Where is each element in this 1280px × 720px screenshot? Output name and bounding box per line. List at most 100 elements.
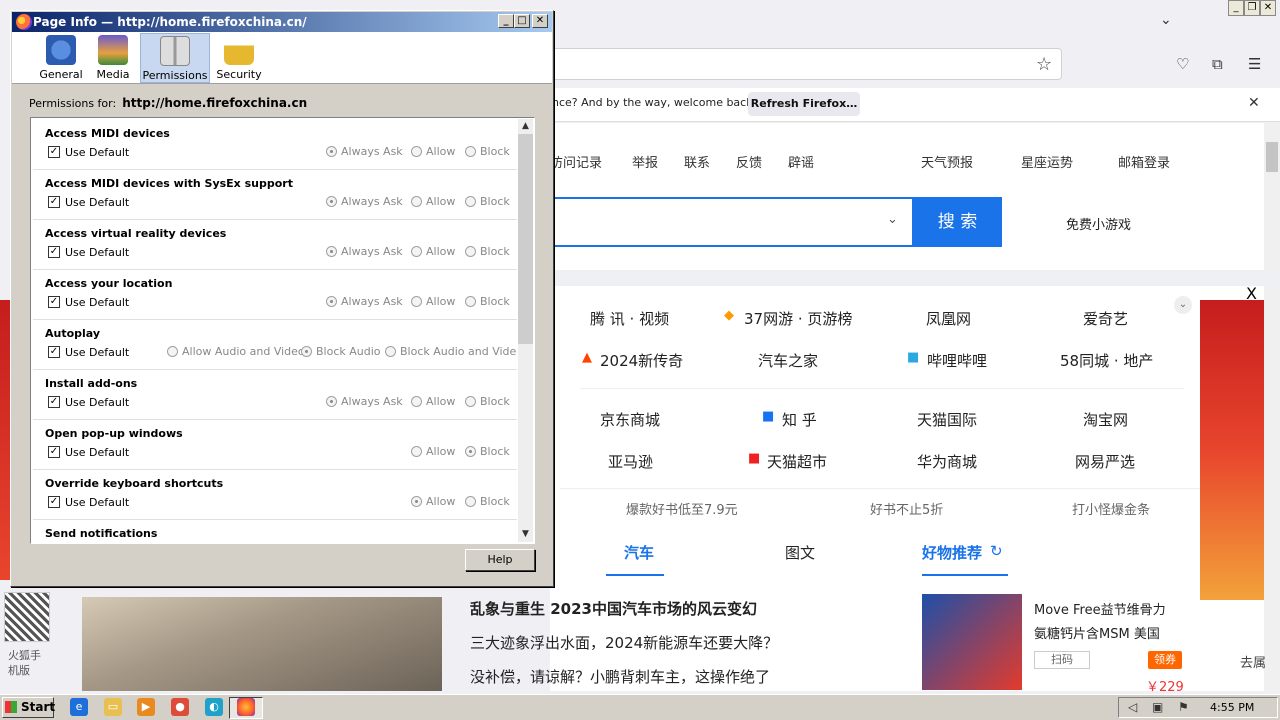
permission-radio[interactable]: Allow — [411, 295, 455, 308]
permission-radio[interactable]: Allow — [411, 445, 455, 458]
permission-radio[interactable]: Always Ask — [326, 395, 403, 408]
clock[interactable]: 4:55 PM — [1210, 701, 1254, 714]
refresh-firefox-button[interactable]: Refresh Firefox… — [748, 92, 860, 116]
product-image[interactable] — [922, 594, 1022, 690]
permission-radio[interactable]: Allow — [411, 495, 455, 508]
link-huawei[interactable]: 华为商城 — [917, 451, 977, 472]
permission-radio[interactable]: Always Ask — [326, 245, 403, 258]
close-button[interactable]: ✕ — [1260, 0, 1276, 16]
nav-rumor[interactable]: 辟谣 — [788, 152, 814, 171]
link-tmall-supermarket[interactable]: 天猫超市 — [767, 451, 827, 472]
permission-radio[interactable]: Block Audio — [301, 345, 381, 358]
close-icon[interactable]: ✕ — [1248, 95, 1260, 111]
radio-button[interactable] — [465, 196, 476, 207]
scroll-down-icon[interactable]: ▼ — [518, 527, 533, 542]
permission-radio[interactable]: Allow — [411, 195, 455, 208]
dialog-minimize-button[interactable]: _ — [498, 14, 514, 28]
tab-pictures[interactable]: 图文 — [785, 542, 815, 563]
folder-icon[interactable]: ▭ — [104, 698, 122, 716]
coupon-tag[interactable]: 领券 — [1148, 651, 1182, 669]
link-tmall-global[interactable]: 天猫国际 — [917, 409, 977, 430]
coupon-half-off[interactable]: 好书不止5折 — [870, 499, 943, 518]
refresh-icon[interactable]: ↻ — [990, 542, 1003, 560]
link-amazon[interactable]: 亚马逊 — [608, 451, 653, 472]
collapse-chevron-icon[interactable]: ⌄ — [1174, 296, 1192, 314]
radio-button[interactable] — [326, 196, 337, 207]
search-button[interactable]: 搜 索 — [913, 197, 1002, 247]
permission-radio[interactable]: Block — [465, 495, 510, 508]
radio-button[interactable] — [326, 396, 337, 407]
nav-horoscope[interactable]: 星座运势 — [1021, 152, 1073, 171]
radio-button[interactable] — [167, 346, 178, 357]
link-autohome[interactable]: 汽车之家 — [758, 350, 818, 371]
radio-button[interactable] — [411, 396, 422, 407]
dialog-maximize-button[interactable]: □ — [514, 14, 530, 28]
search-input[interactable] — [550, 197, 914, 247]
ie-icon[interactable]: e — [70, 698, 88, 716]
scroll-up-icon[interactable]: ▲ — [518, 119, 533, 134]
extensions-icon[interactable]: ⧉ — [1212, 55, 1223, 73]
list-tabs-chevron-icon[interactable]: ⌄ — [1160, 12, 1172, 28]
radio-button[interactable] — [465, 446, 476, 457]
pocket-icon[interactable]: ♡ — [1176, 55, 1189, 73]
link-jd[interactable]: 京东商城 — [600, 409, 660, 430]
nav-contact[interactable]: 联系 — [684, 152, 710, 171]
url-bar[interactable] — [550, 48, 1062, 80]
nav-feedback[interactable]: 反馈 — [736, 152, 762, 171]
network-icon[interactable]: ▣ — [1152, 700, 1163, 714]
use-default-checkbox[interactable]: ✓ — [48, 146, 60, 158]
permission-radio[interactable]: Always Ask — [326, 145, 403, 158]
radio-button[interactable] — [465, 396, 476, 407]
coupon-game[interactable]: 打小怪爆金条 — [1072, 499, 1150, 518]
page-scrollbar[interactable] — [1264, 123, 1280, 691]
use-default-checkbox[interactable]: ✓ — [48, 246, 60, 258]
permission-radio[interactable]: Block — [465, 445, 510, 458]
link-37-games[interactable]: 37网游 · 页游榜 — [744, 308, 852, 329]
media-player-icon[interactable]: ▶ — [137, 698, 155, 716]
link-iqiyi[interactable]: 爱奇艺 — [1083, 308, 1128, 329]
radio-button[interactable] — [465, 496, 476, 507]
radio-button[interactable] — [465, 146, 476, 157]
use-default-checkbox[interactable]: ✓ — [48, 446, 60, 458]
permission-radio[interactable]: Block Audio and Video — [385, 345, 517, 358]
nav-history[interactable]: 访问记录 — [550, 152, 602, 171]
tab-general[interactable]: General — [38, 33, 84, 83]
link-taobao[interactable]: 淘宝网 — [1083, 409, 1128, 430]
news-item[interactable]: 没补偿，请谅解？小鹏背刺车主，这操作绝了 — [470, 666, 770, 687]
use-default-checkbox[interactable]: ✓ — [48, 496, 60, 508]
radio-button[interactable] — [411, 146, 422, 157]
recommend-title[interactable]: 好物推荐 — [922, 542, 982, 563]
nav-weather[interactable]: 天气预报 — [921, 152, 973, 171]
chevron-down-icon[interactable]: ⌄ — [887, 212, 898, 227]
permission-radio[interactable]: Block — [465, 195, 510, 208]
menu-icon[interactable]: ☰ — [1248, 55, 1261, 73]
link-qq-video[interactable]: 腾 讯 · 视频 — [590, 308, 669, 329]
tab-media[interactable]: Media — [92, 33, 134, 83]
edge-icon[interactable]: ◐ — [205, 698, 223, 716]
link-ifeng[interactable]: 凤凰网 — [926, 308, 971, 329]
tab-security[interactable]: Security — [216, 33, 262, 83]
use-default-checkbox[interactable]: ✓ — [48, 396, 60, 408]
radio-button[interactable] — [411, 246, 422, 257]
radio-button[interactable] — [465, 296, 476, 307]
news-image[interactable] — [82, 597, 442, 691]
help-button[interactable]: Help — [465, 549, 535, 571]
radio-button[interactable] — [301, 346, 312, 357]
permissions-list[interactable]: Access MIDI devices ✓ Use Default Always As… — [30, 117, 535, 544]
minimize-button[interactable]: _ — [1228, 0, 1244, 16]
nav-mail[interactable]: 邮箱登录 — [1118, 152, 1170, 171]
link-legend[interactable]: 2024新传奇 — [600, 350, 683, 371]
chrome-icon[interactable]: ● — [171, 698, 189, 716]
link-yanxuan[interactable]: 网易严选 — [1075, 451, 1135, 472]
tab-permissions[interactable]: Permissions — [140, 33, 210, 83]
bookmark-star-icon[interactable]: ☆ — [1036, 54, 1052, 75]
radio-button[interactable] — [326, 246, 337, 257]
permission-radio[interactable]: Allow Audio and Video — [167, 345, 305, 358]
radio-button[interactable] — [326, 296, 337, 307]
nav-report[interactable]: 举报 — [632, 152, 658, 171]
news-item[interactable]: 乱象与重生 2023中国汽车市场的风云变幻 — [470, 598, 757, 619]
permission-radio[interactable]: Block — [465, 145, 510, 158]
radio-button[interactable] — [465, 246, 476, 257]
permission-radio[interactable]: Allow — [411, 395, 455, 408]
side-text[interactable]: 去属 — [1240, 652, 1266, 671]
